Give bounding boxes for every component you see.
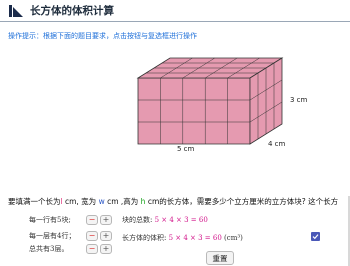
length-label: 5 cm [177, 145, 195, 153]
layers-stepper: − + [86, 244, 112, 254]
layers-plus-button[interactable]: + [100, 244, 112, 254]
cuboid-figure: 5 cm 4 cm 3 cm [0, 44, 350, 194]
per-layer-minus-button[interactable]: − [86, 231, 98, 241]
volume-expression: 5 × 4 × 3 = 60 [168, 234, 222, 242]
reset-button[interactable]: 重置 [206, 251, 234, 265]
block-count-result: 块的总数: 5 × 4 × 3 = 60 [122, 216, 208, 224]
block-count-expression: 5 × 4 × 3 = 60 [154, 216, 208, 224]
cuboid-drawing [136, 57, 284, 145]
logo-icon [9, 4, 23, 17]
check-icon [312, 234, 319, 240]
app-window: 长方体的体积计算 操作提示：根据下面的题目要求，点击按钮与复选框进行操作 5 c… [0, 0, 350, 266]
per-row-plus-button[interactable]: + [100, 215, 112, 225]
title-bar: 长方体的体积计算 [0, 0, 350, 22]
operation-hint: 操作提示：根据下面的题目要求，点击按钮与复选框进行操作 [8, 32, 197, 40]
volume-unit: (cm³) [224, 234, 243, 242]
volume-result: 长方体的体积: 5 × 4 × 3 = 60 (cm³) [122, 234, 243, 242]
width-label: 4 cm [268, 140, 286, 148]
show-volume-checkbox[interactable] [311, 232, 320, 241]
per-row-stepper: − + [86, 215, 112, 225]
per-row-label: 每一行有5块; [29, 216, 71, 224]
per-row-minus-button[interactable]: − [86, 215, 98, 225]
height-label: 3 cm [290, 96, 308, 104]
front-face [137, 77, 251, 145]
per-layer-stepper: − + [86, 231, 112, 241]
page-title: 长方体的体积计算 [30, 5, 114, 17]
layers-label: 总共有3层。 [29, 245, 69, 253]
question-text: 要填满一个长为l cm, 宽为 w cm ,高为 h cm的长方体，需要多少个立… [8, 197, 339, 206]
per-layer-label: 每一层有4行； [29, 232, 76, 240]
per-layer-plus-button[interactable]: + [100, 231, 112, 241]
layers-minus-button[interactable]: − [86, 244, 98, 254]
